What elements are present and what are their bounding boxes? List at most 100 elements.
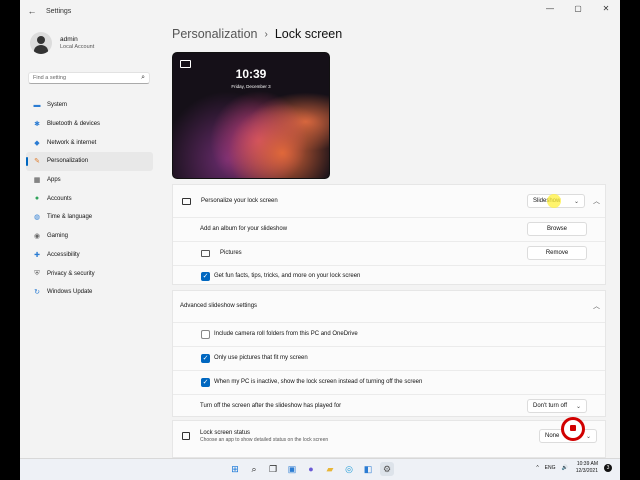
remove-button[interactable]: Remove	[527, 246, 587, 260]
advanced-label: Advanced slideshow settings	[180, 303, 258, 309]
volume-icon[interactable]: 🔊	[562, 465, 568, 471]
store-icon[interactable]: ◧	[361, 462, 375, 476]
person-icon: ●	[34, 195, 40, 203]
search-input[interactable]: Find a setting ⌕	[28, 72, 150, 84]
chevron-down-icon: ⌄	[585, 433, 591, 440]
avatar	[30, 32, 52, 54]
sidebar-item-privacy-security[interactable]: ⛨ Privacy & security	[26, 264, 153, 283]
wifi-icon: ◆	[34, 139, 40, 147]
file-explorer-icon[interactable]: ▰	[323, 462, 337, 476]
sidebar-item-bluetooth-devices[interactable]: ✱ Bluetooth & devices	[26, 115, 153, 134]
chat-icon[interactable]: ●	[304, 462, 318, 476]
bluetooth-icon: ✱	[34, 121, 40, 129]
sidebar-item-accessibility[interactable]: ✚ Accessibility	[26, 246, 153, 265]
page-title: Lock screen	[274, 27, 343, 41]
notification-badge[interactable]: 3	[604, 464, 612, 472]
sidebar: admin Local Account Find a setting ⌕ ▬ Sy…	[20, 22, 162, 458]
close-button[interactable]: ✕	[592, 0, 620, 18]
cursor-highlight	[547, 194, 561, 208]
apps-icon: ▦	[33, 177, 41, 185]
taskbar: ⊞ ⌕ ❐ ▣ ● ▰ ◎ ◧ ⚙ ^ ENG 🔊 10:39 AM 12/3/…	[20, 458, 620, 480]
status-label: Lock screen status	[200, 429, 251, 436]
fit-screen-label: Only use pictures that fit my screen	[214, 355, 308, 361]
turn-off-value: Don't turn off	[533, 403, 568, 409]
globe-icon: ◍	[33, 214, 41, 222]
display-icon	[182, 197, 191, 205]
back-button[interactable]: ←	[22, 6, 42, 16]
minimize-button[interactable]: —	[536, 0, 564, 18]
widgets-icon[interactable]: ▣	[285, 462, 299, 476]
monitor-icon: ▬	[33, 101, 41, 109]
sidebar-item-system[interactable]: ▬ System	[26, 96, 153, 115]
personalize-label: Personalize your lock screen	[201, 198, 278, 204]
status-card: Lock screen status Choose an app to show…	[172, 417, 606, 458]
user-name: admin	[60, 36, 78, 43]
task-view-icon[interactable]: ❐	[266, 462, 280, 476]
preview-time: 10:39	[235, 67, 267, 81]
sidebar-item-label: Apps	[47, 177, 61, 184]
sidebar-item-label: Personalization	[47, 158, 89, 165]
inactive-label: When my PC is inactive, show the lock sc…	[214, 379, 423, 385]
clock-date: 12/3/2021	[575, 468, 598, 474]
brush-icon: ✎	[34, 158, 40, 166]
status-icon	[182, 432, 190, 440]
maximize-button[interactable]: ▢	[564, 0, 592, 18]
fit-screen-checkbox[interactable]: ✓	[201, 353, 210, 363]
search-placeholder: Find a setting	[33, 75, 67, 81]
accessibility-icon: ✚	[34, 251, 40, 259]
sidebar-item-apps[interactable]: ▦ Apps	[26, 171, 153, 190]
inactive-checkbox[interactable]: ✓	[201, 377, 210, 387]
breadcrumb-separator: ›	[264, 28, 268, 40]
add-album-label: Add an album for your slideshow	[200, 226, 288, 232]
breadcrumb-parent[interactable]: Personalization	[172, 27, 257, 41]
sidebar-item-label: Time & language	[47, 214, 93, 221]
main-content: Personalization › Lock screen 10:39 Frid…	[170, 22, 610, 458]
record-button[interactable]	[561, 417, 585, 441]
sidebar-item-label: Privacy & security	[47, 270, 95, 277]
edge-icon[interactable]: ◎	[342, 462, 356, 476]
settings-icon[interactable]: ⚙	[380, 462, 394, 476]
personalize-card: Personalize your lock screen Slideshow ⌄…	[172, 184, 606, 285]
sidebar-nav: ▬ System ✱ Bluetooth & devices ◆ Network & in…	[20, 96, 162, 302]
advanced-header[interactable]: Advanced slideshow settings	[173, 291, 605, 321]
sidebar-item-gaming[interactable]: ◉ Gaming	[26, 227, 153, 246]
status-value: None	[545, 433, 560, 439]
sidebar-item-accounts[interactable]: ● Accounts	[26, 189, 153, 208]
turn-off-dropdown[interactable]: Don't turn off ⌄	[527, 399, 587, 413]
sidebar-item-windows-update[interactable]: ↻ Windows Update	[26, 283, 153, 302]
camera-roll-checkbox[interactable]	[201, 329, 210, 339]
fun-facts-row: ✓ Get fun facts, tips, tricks, and more …	[173, 266, 605, 286]
system-tray: ^ ENG 🔊 10:39 AM 12/3/2021 3	[530, 461, 612, 475]
sidebar-item-network-internet[interactable]: ◆ Network & internet	[26, 133, 153, 152]
search-icon: ⌕	[141, 74, 145, 81]
folder-icon	[201, 249, 210, 257]
settings-window: ← Settings — ▢ ✕ admin Local Account Fin…	[20, 0, 620, 458]
fun-facts-label: Get fun facts, tips, tricks, and more on…	[214, 273, 361, 279]
language-indicator[interactable]: ENG	[545, 465, 556, 471]
sidebar-item-personalization[interactable]: ✎ Personalization	[26, 152, 153, 171]
windows-start-icon[interactable]: ⊞	[228, 462, 242, 476]
user-profile[interactable]: admin Local Account	[30, 28, 162, 58]
clock-time: 10:39 AM	[576, 461, 598, 467]
window-title: Settings	[46, 7, 72, 15]
sidebar-item-label: Bluetooth & devices	[47, 121, 101, 128]
sidebar-item-label: Accessibility	[47, 251, 80, 258]
status-sublabel: Choose an app to show detailed status on…	[200, 436, 329, 443]
breadcrumb: Personalization › Lock screen	[172, 27, 342, 41]
advanced-option: ✓ When my PC is inactive, show the lock …	[173, 371, 605, 393]
advanced-card: Advanced slideshow settings ︿ Include ca…	[172, 290, 606, 417]
taskbar-apps: ⊞ ⌕ ❐ ▣ ● ▰ ◎ ◧ ⚙	[228, 462, 394, 476]
chevron-up-icon[interactable]: ︿	[593, 196, 600, 206]
search-icon[interactable]: ⌕	[247, 462, 261, 476]
fun-facts-checkbox[interactable]: ✓	[201, 271, 210, 281]
browse-button[interactable]: Browse	[527, 222, 587, 236]
camera-roll-label: Include camera roll folders from this PC…	[214, 331, 358, 337]
chevron-up-icon[interactable]: ︿	[593, 301, 600, 311]
sidebar-item-time-language[interactable]: ◍ Time & language	[26, 208, 153, 227]
preview-date: Friday, December 3	[231, 84, 271, 89]
title-bar: ← Settings — ▢ ✕	[20, 0, 620, 22]
advanced-option: ✓ Only use pictures that fit my screen	[173, 347, 605, 369]
clock[interactable]: 10:39 AM 12/3/2021	[576, 461, 598, 475]
tray-overflow-icon[interactable]: ^	[536, 465, 538, 471]
folder-name: Pictures	[220, 250, 242, 256]
